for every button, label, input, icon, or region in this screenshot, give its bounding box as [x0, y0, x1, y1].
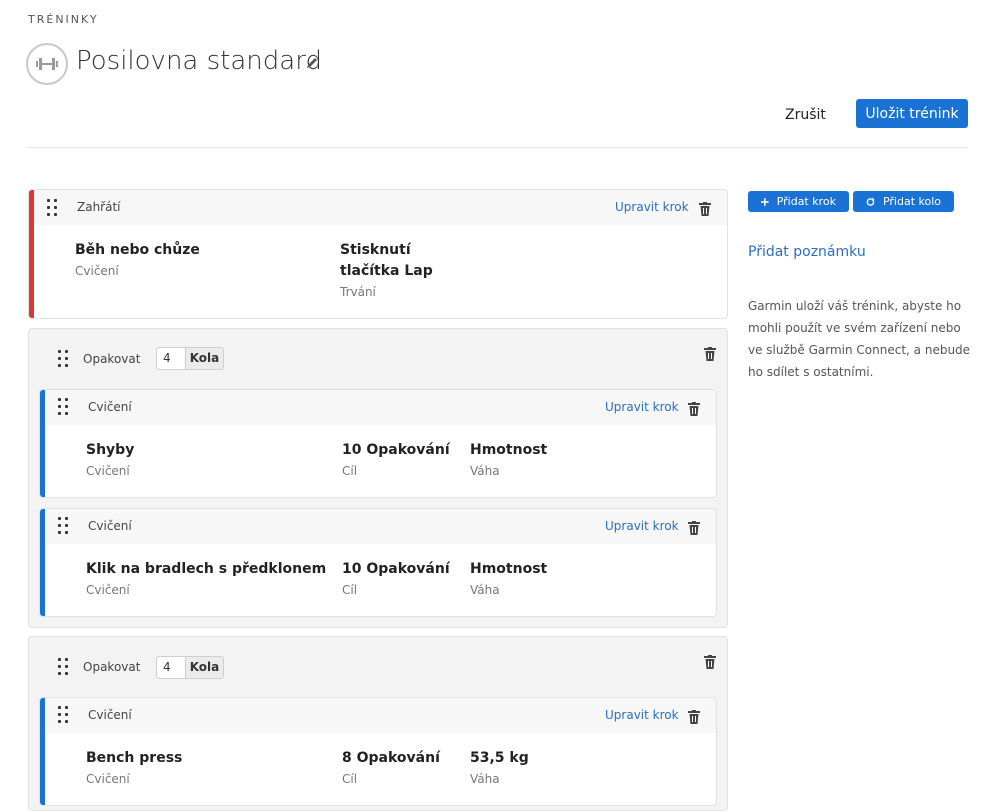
repeat-unit: Kola: [186, 348, 223, 369]
step-weight: Hmotnost: [470, 561, 548, 577]
trash-icon[interactable]: [688, 709, 700, 724]
step-weight: 53,5 kg: [470, 750, 529, 766]
drag-handle-icon[interactable]: [58, 517, 70, 535]
step-weight-sub: Váha: [470, 772, 500, 786]
exercise-step: Cvičení Upravit krok Bench press Cvičení…: [39, 697, 717, 806]
repeat-block: Opakovat 4 Kola Cvičení Upravit krok Ben…: [28, 636, 728, 811]
add-step-button[interactable]: Přidat krok: [748, 191, 849, 212]
repeat-label: Opakovat: [83, 660, 141, 674]
step-exercise-name: Klik na bradlech s předklonem: [86, 561, 327, 577]
step-target-sub: Cíl: [342, 464, 358, 478]
cancel-button[interactable]: Zrušit: [785, 107, 826, 123]
step-type-label: Cvičení: [88, 400, 132, 414]
step-exercise-name: Bench press: [86, 750, 183, 766]
drag-handle-icon[interactable]: [58, 398, 70, 416]
pencil-icon[interactable]: [305, 55, 319, 69]
repeat-block: Opakovat 4 Kola Cvičení Upravit krok Shy…: [28, 328, 728, 628]
warmup-step: Zahřátí Upravit krok Běh nebo chůze Cvič…: [28, 189, 728, 319]
drag-handle-icon[interactable]: [58, 350, 70, 368]
page-title: Posilovna standard: [76, 46, 322, 76]
step-target: 10 Opakování: [342, 442, 450, 458]
step-target-sub: Cíl: [342, 772, 358, 786]
dumbbell-icon: [26, 43, 68, 85]
step-duration-line2: tlačítka Lap: [340, 263, 433, 279]
step-target: 10 Opakování: [342, 561, 450, 577]
save-workout-button[interactable]: Uložit trénink: [856, 99, 968, 128]
repeat-count-input[interactable]: 4 Kola: [156, 347, 224, 370]
repeat-label: Opakovat: [83, 352, 141, 366]
add-note-link[interactable]: Přidat poznámku: [748, 244, 866, 260]
exercise-step: Cvičení Upravit krok Klik na bradlech s …: [39, 508, 717, 617]
edit-step-link[interactable]: Upravit krok: [605, 519, 679, 533]
step-type-label: Zahřátí: [77, 200, 121, 214]
trash-icon[interactable]: [704, 346, 716, 361]
step-exercise-sub: Cvičení: [86, 772, 130, 786]
step-target: 8 Opakování: [342, 750, 440, 766]
add-round-label: Přidat kolo: [882, 195, 941, 208]
info-text: Garmin uloží váš trénink, abyste ho mohl…: [748, 299, 971, 379]
step-exercise-name: Shyby: [86, 442, 135, 458]
add-step-label: Přidat krok: [776, 195, 836, 208]
step-duration-line1: Stisknutí: [340, 242, 411, 258]
trash-icon[interactable]: [704, 654, 716, 669]
header-divider: [28, 147, 968, 148]
step-exercise-sub: Cvičení: [86, 464, 130, 478]
step-weight-sub: Váha: [470, 464, 500, 478]
step-weight: Hmotnost: [470, 442, 548, 458]
step-exercise-name: Běh nebo chůze: [75, 242, 200, 258]
step-weight-sub: Váha: [470, 583, 500, 597]
step-target-sub: Cíl: [342, 583, 358, 597]
repeat-icon: [866, 197, 875, 206]
drag-handle-icon[interactable]: [58, 658, 70, 676]
add-round-button[interactable]: Přidat kolo: [853, 191, 954, 212]
repeat-count-value[interactable]: 4: [157, 348, 186, 369]
plus-icon: [761, 197, 769, 206]
exercise-step: Cvičení Upravit krok Shyby Cvičení 10 Op…: [39, 389, 717, 498]
step-duration-sub: Trvání: [340, 285, 376, 299]
drag-handle-icon[interactable]: [58, 706, 70, 724]
trash-icon[interactable]: [688, 520, 700, 535]
step-type-label: Cvičení: [88, 519, 132, 533]
edit-step-link[interactable]: Upravit krok: [605, 400, 679, 414]
step-exercise-sub: Cvičení: [75, 264, 119, 278]
repeat-count-input[interactable]: 4 Kola: [156, 656, 224, 679]
trash-icon[interactable]: [699, 201, 711, 216]
edit-step-link[interactable]: Upravit krok: [605, 708, 679, 722]
trash-icon[interactable]: [688, 401, 700, 416]
drag-handle-icon[interactable]: [47, 199, 59, 217]
edit-step-link[interactable]: Upravit krok: [615, 200, 689, 214]
repeat-count-value[interactable]: 4: [157, 657, 186, 678]
step-exercise-sub: Cvičení: [86, 583, 130, 597]
repeat-unit: Kola: [186, 657, 223, 678]
breadcrumb[interactable]: TRÉNINKY: [28, 13, 99, 26]
step-type-label: Cvičení: [88, 708, 132, 722]
